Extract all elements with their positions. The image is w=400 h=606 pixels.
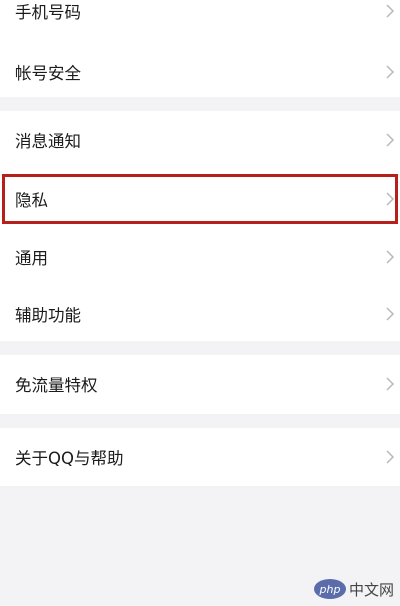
chevron-right-icon [386, 133, 395, 147]
php-logo: php [313, 579, 346, 599]
chevron-right-icon [386, 307, 395, 321]
chevron-right-icon [386, 4, 395, 18]
setting-row-phone-number[interactable]: 手机号码 [0, 0, 400, 40]
chevron-right-icon [386, 250, 395, 264]
setting-label: 关于QQ与帮助 [15, 449, 124, 468]
setting-row-accessibility[interactable]: 辅助功能 [0, 285, 400, 343]
setting-label: 消息通知 [15, 132, 81, 151]
settings-group-account: 手机号码 帐号安全 [0, 0, 400, 97]
setting-row-general[interactable]: 通用 [0, 228, 400, 286]
settings-group-general: 消息通知 隐私 通用 辅助功能 [0, 111, 400, 341]
setting-row-notifications[interactable]: 消息通知 [0, 111, 400, 169]
watermark-text: 中文网 [348, 580, 394, 599]
setting-label: 通用 [15, 249, 48, 268]
setting-row-account-security[interactable]: 帐号安全 [0, 43, 400, 101]
chevron-right-icon [386, 377, 395, 391]
chevron-right-icon [386, 192, 395, 206]
setting-label: 免流量特权 [15, 376, 98, 395]
setting-label: 隐私 [15, 191, 48, 210]
settings-group-about: 关于QQ与帮助 [0, 428, 400, 486]
chevron-right-icon [386, 65, 395, 79]
settings-group-data: 免流量特权 [0, 355, 400, 414]
setting-label: 帐号安全 [15, 64, 81, 83]
setting-row-about-help[interactable]: 关于QQ与帮助 [0, 428, 400, 486]
setting-row-free-data[interactable]: 免流量特权 [0, 355, 400, 413]
chevron-right-icon [386, 450, 395, 464]
setting-row-privacy[interactable]: 隐私 [0, 170, 400, 228]
watermark: php 中文网 [313, 576, 394, 602]
setting-label: 手机号码 [15, 3, 81, 22]
setting-label: 辅助功能 [15, 306, 81, 325]
